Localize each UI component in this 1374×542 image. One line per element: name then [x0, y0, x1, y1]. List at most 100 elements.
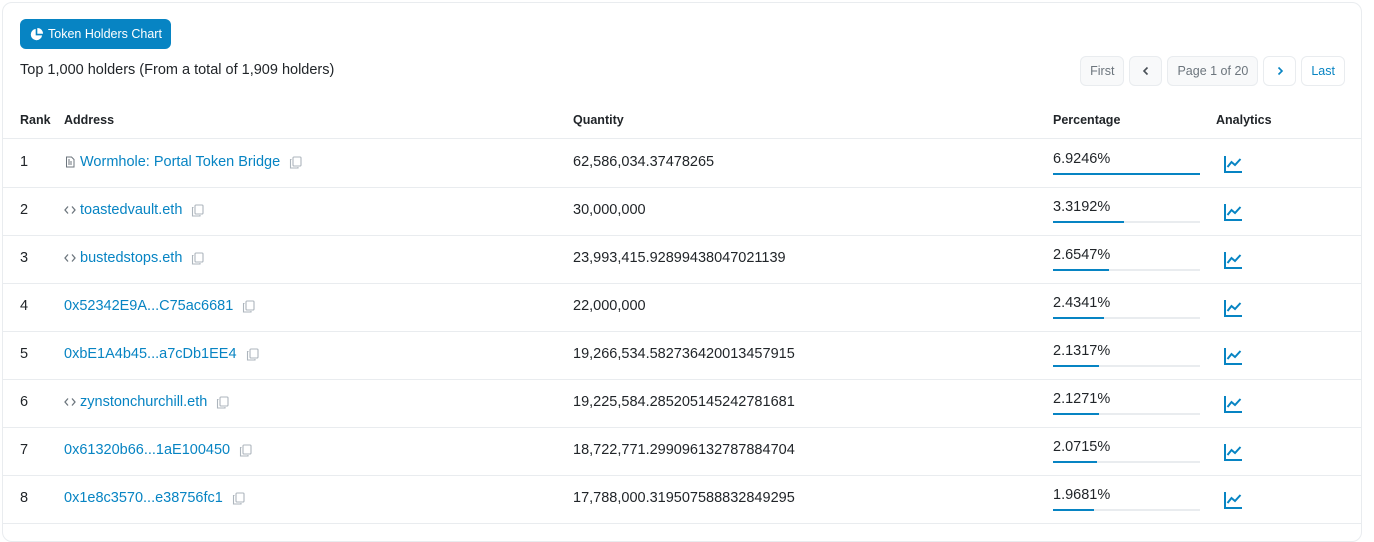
holder-address-link[interactable]: 0xbE1A4b45...a7cDb1EE4 — [64, 346, 237, 362]
percentage-bar — [1053, 173, 1200, 175]
rank-cell: 6 — [20, 394, 29, 410]
chevron-left-icon — [1142, 66, 1149, 76]
percentage-bar-fill — [1053, 173, 1200, 175]
percentage-bar — [1053, 221, 1200, 223]
rank-cell: 4 — [20, 298, 29, 314]
copy-icon[interactable] — [239, 443, 252, 457]
holder-address-link[interactable]: 0x52342E9A...C75ac6681 — [64, 298, 233, 314]
copy-icon[interactable] — [216, 395, 229, 409]
rank-cell: 3 — [20, 250, 29, 266]
copy-icon[interactable] — [232, 491, 245, 505]
address-cell: Wormhole: Portal Token Bridge — [64, 154, 302, 170]
table-row: 6 zynstonchurchill.eth 19,225,584.28520514… — [3, 380, 1361, 428]
address-cell: toastedvault.eth — [64, 202, 204, 218]
copy-icon[interactable] — [242, 299, 255, 313]
copy-icon[interactable] — [289, 155, 302, 169]
copy-icon[interactable] — [191, 251, 204, 265]
percentage-bar-fill — [1053, 461, 1098, 463]
quantity-cell: 19,225,584.285205145242781681 — [573, 394, 795, 410]
percentage-bar — [1053, 461, 1200, 463]
address-cell: 0x52342E9A...C75ac6681 — [64, 298, 255, 314]
col-rank: Rank — [20, 113, 51, 127]
table-row: 8 0x1e8c3570...e38756fc1 17,788,000.319507… — [3, 476, 1361, 524]
token-holders-chart-button[interactable]: Token Holders Chart — [20, 19, 171, 49]
copy-icon[interactable] — [246, 347, 259, 361]
holder-address-link[interactable]: 0x61320b66...1aE100450 — [64, 442, 230, 458]
copy-icon[interactable] — [191, 203, 204, 217]
holder-address-link[interactable]: zynstonchurchill.eth — [80, 394, 207, 410]
holder-address-link[interactable]: bustedstops.eth — [80, 250, 182, 266]
address-cell: 0xbE1A4b45...a7cDb1EE4 — [64, 346, 259, 362]
chart-button-label: Token Holders Chart — [48, 27, 162, 41]
percentage-bar — [1053, 317, 1200, 319]
percentage-bar-fill — [1053, 509, 1095, 511]
token-holders-card: Token Holders Chart Top 1,000 holders (F… — [2, 2, 1362, 542]
quantity-cell: 22,000,000 — [573, 298, 646, 314]
quantity-cell: 17,788,000.319507588832849295 — [573, 490, 795, 506]
percentage-cell: 3.3192% — [1053, 199, 1111, 215]
analytics-chart-icon[interactable] — [1223, 202, 1243, 222]
table-row: 3 bustedstops.eth 23,993,415.9289943804702… — [3, 236, 1361, 284]
pie-chart-icon — [30, 27, 43, 40]
percentage-bar — [1053, 413, 1200, 415]
col-percentage: Percentage — [1053, 113, 1121, 127]
percentage-bar-fill — [1053, 269, 1109, 271]
page-indicator: Page 1 of 20 — [1167, 56, 1259, 86]
rank-cell: 8 — [20, 490, 29, 506]
table-row: 7 0x61320b66...1aE100450 18,722,771.299096… — [3, 428, 1361, 476]
analytics-chart-icon[interactable] — [1223, 490, 1243, 510]
analytics-chart-icon[interactable] — [1223, 442, 1243, 462]
percentage-cell: 2.1317% — [1053, 343, 1111, 359]
address-cell: zynstonchurchill.eth — [64, 394, 229, 410]
rank-cell: 1 — [20, 154, 29, 170]
quantity-cell: 19,266,534.582736420013457915 — [573, 346, 795, 362]
quantity-cell: 62,586,034.37478265 — [573, 154, 715, 170]
pagination: First Page 1 of 20 Last — [1080, 56, 1345, 86]
quantity-cell: 30,000,000 — [573, 202, 646, 218]
first-page-button[interactable]: First — [1080, 56, 1125, 86]
analytics-chart-icon[interactable] — [1223, 298, 1243, 318]
percentage-bar-fill — [1053, 221, 1124, 223]
analytics-chart-icon[interactable] — [1223, 250, 1243, 270]
percentage-bar-fill — [1053, 317, 1105, 319]
last-page-button[interactable]: Last — [1301, 56, 1345, 86]
holder-address-link[interactable]: 0x1e8c3570...e38756fc1 — [64, 490, 223, 506]
address-cell: bustedstops.eth — [64, 250, 204, 266]
table-row: 1 Wormhole: Portal Token Bridge 62,586,034… — [3, 140, 1361, 188]
percentage-cell: 6.9246% — [1053, 151, 1111, 167]
prev-page-button[interactable] — [1129, 56, 1163, 86]
rank-cell: 5 — [20, 346, 29, 362]
percentage-bar — [1053, 509, 1200, 511]
rank-cell: 2 — [20, 202, 29, 218]
holder-address-link[interactable]: Wormhole: Portal Token Bridge — [80, 154, 280, 170]
percentage-cell: 2.4341% — [1053, 295, 1111, 311]
percentage-cell: 2.0715% — [1053, 439, 1111, 455]
col-quantity: Quantity — [573, 113, 624, 127]
holder-address-link[interactable]: toastedvault.eth — [80, 202, 182, 218]
quantity-cell: 18,722,771.299096132787884704 — [573, 442, 795, 458]
percentage-cell: 2.1271% — [1053, 391, 1111, 407]
analytics-chart-icon[interactable] — [1223, 394, 1243, 414]
percentage-cell: 2.6547% — [1053, 247, 1111, 263]
table-row: 2 toastedvault.eth 30,000,000 3.3192% — [3, 188, 1361, 236]
table-row: 4 0x52342E9A...C75ac6681 22,000,000 2.4341% — [3, 284, 1361, 332]
percentage-bar — [1053, 269, 1200, 271]
chevron-right-icon — [1277, 66, 1283, 76]
percentage-bar — [1053, 365, 1200, 367]
analytics-chart-icon[interactable] — [1223, 154, 1243, 174]
col-analytics: Analytics — [1216, 113, 1272, 127]
code-icon — [64, 204, 76, 216]
code-icon — [64, 396, 76, 408]
table-row: 5 0xbE1A4b45...a7cDb1EE4 19,266,534.582736… — [3, 332, 1361, 380]
percentage-bar-fill — [1053, 365, 1099, 367]
code-icon — [64, 252, 76, 264]
quantity-cell: 23,993,415.92899438047021139 — [573, 250, 786, 266]
rank-cell: 7 — [20, 442, 29, 458]
contract-icon — [64, 156, 76, 168]
holders-summary: Top 1,000 holders (From a total of 1,909… — [20, 62, 335, 78]
address-cell: 0x1e8c3570...e38756fc1 — [64, 490, 245, 506]
table-header: Rank Address Quantity Percentage Analyti… — [3, 103, 1361, 139]
percentage-bar-fill — [1053, 413, 1099, 415]
analytics-chart-icon[interactable] — [1223, 346, 1243, 366]
next-page-button[interactable] — [1263, 56, 1297, 86]
